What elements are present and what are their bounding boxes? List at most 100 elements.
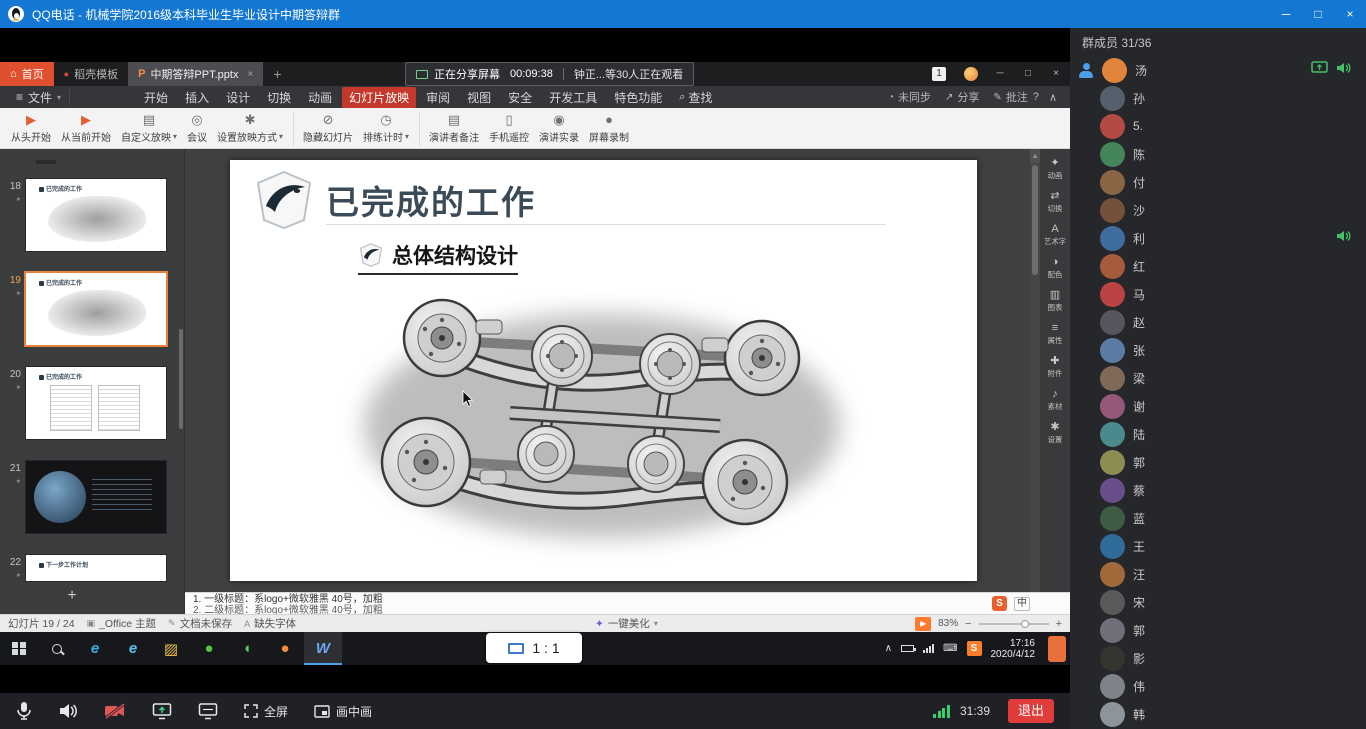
wps-minimize-button[interactable]: ─ xyxy=(986,62,1014,86)
ime-toolbar[interactable]: S 中 xyxy=(992,594,1062,611)
member-row[interactable]: 郭 xyxy=(1070,448,1366,476)
play-slideshow-button[interactable]: ▶ xyxy=(915,617,931,631)
speaker-button[interactable] xyxy=(58,702,78,720)
member-avatar[interactable] xyxy=(1100,562,1125,587)
member-row[interactable]: 5. xyxy=(1070,112,1366,140)
sogou-logo-icon[interactable]: S xyxy=(992,596,1007,611)
menu-item[interactable]: ⌕ 查找 xyxy=(672,87,719,108)
slide-thumbnail[interactable]: 21 ★ xyxy=(4,461,184,533)
ribbon-button[interactable]: ✱ 设置放映方式▾ xyxy=(212,111,294,146)
sogou-tray-icon[interactable]: S xyxy=(967,641,982,656)
wps-account-avatar[interactable] xyxy=(964,67,978,81)
pip-button[interactable]: 画中画 xyxy=(314,703,372,720)
member-avatar[interactable] xyxy=(1100,114,1125,139)
member-row[interactable]: 蔡 xyxy=(1070,476,1366,504)
menu-item[interactable]: 审阅 xyxy=(419,87,457,108)
ribbon-button[interactable]: ◉ 演讲实录▾ xyxy=(534,111,584,146)
zoom-slider-knob[interactable] xyxy=(1021,620,1029,628)
ime-mode-indicator[interactable]: 中 xyxy=(1014,597,1030,611)
tab-close-icon[interactable]: × xyxy=(247,69,253,80)
microphone-button[interactable] xyxy=(16,701,32,721)
wps-document-tab[interactable]: P 中期答辩PPT.pptx × xyxy=(128,62,263,86)
thumbnail-preview[interactable] xyxy=(26,461,166,533)
member-row[interactable]: 梁 xyxy=(1070,364,1366,392)
exit-call-button[interactable]: 退出 xyxy=(1008,699,1054,723)
ribbon-button[interactable]: ◷ 排练计时▾ xyxy=(358,111,420,146)
member-avatar[interactable] xyxy=(1100,702,1125,727)
member-row[interactable]: 影 xyxy=(1070,644,1366,672)
taskbar-clock[interactable]: 17:16 2020/4/12 xyxy=(991,638,1036,660)
wps-close-button[interactable]: × xyxy=(1042,62,1070,86)
member-row[interactable]: 马 xyxy=(1070,280,1366,308)
member-avatar[interactable] xyxy=(1102,58,1127,83)
member-row[interactable]: 赵 xyxy=(1070,308,1366,336)
tray-app-icon[interactable] xyxy=(1048,636,1066,662)
thumbnail-preview[interactable]: 已完成的工作 xyxy=(26,273,166,345)
member-avatar[interactable] xyxy=(1100,310,1125,335)
member-row[interactable]: 谢 xyxy=(1070,392,1366,420)
member-row[interactable]: 张 xyxy=(1070,336,1366,364)
menu-item[interactable]: 切换 xyxy=(260,87,298,108)
member-avatar[interactable] xyxy=(1100,450,1125,475)
whiteboard-button[interactable] xyxy=(198,702,218,720)
member-row[interactable]: 王 xyxy=(1070,532,1366,560)
collab-item[interactable]: ◔ 未同步 xyxy=(888,89,931,105)
network-signal-icon[interactable] xyxy=(923,644,934,653)
member-avatar[interactable] xyxy=(1100,422,1125,447)
thumbnail-preview[interactable]: 已完成的工作 xyxy=(26,367,166,439)
share-screen-button[interactable] xyxy=(152,702,172,720)
zoom-in-button[interactable]: + xyxy=(1056,618,1062,630)
side-tool-button[interactable]: ✚ 附件 xyxy=(1047,355,1063,379)
tray-expand-icon[interactable]: ∧ xyxy=(885,643,892,654)
wps-document-tab[interactable]: ⌂ 首页 xyxy=(0,62,54,86)
menu-item[interactable]: 特色功能 xyxy=(607,87,669,108)
member-avatar[interactable] xyxy=(1100,142,1125,167)
minimize-button[interactable]: ─ xyxy=(1270,0,1302,28)
side-tool-button[interactable]: ✦ 动画 xyxy=(1047,157,1063,181)
side-tool-button[interactable]: ✱ 设置 xyxy=(1047,421,1063,445)
zoom-out-button[interactable]: − xyxy=(965,618,971,630)
member-avatar[interactable] xyxy=(1100,338,1125,363)
member-row[interactable]: 红 xyxy=(1070,252,1366,280)
fullscreen-button[interactable]: 全屏 xyxy=(244,703,288,720)
member-avatar[interactable] xyxy=(1100,198,1125,223)
missing-fonts-label[interactable]: 缺失字体 xyxy=(254,616,296,631)
member-row[interactable]: 付 xyxy=(1070,168,1366,196)
new-tab-button[interactable]: + xyxy=(263,62,291,86)
menu-item[interactable]: 设计 xyxy=(219,87,257,108)
member-row[interactable]: 汤 xyxy=(1070,56,1366,84)
start-button[interactable] xyxy=(0,632,38,665)
keyboard-icon[interactable]: ⌨ xyxy=(943,643,957,654)
wps-maximize-button[interactable]: □ xyxy=(1014,62,1042,86)
unsaved-label[interactable]: 文档未保存 xyxy=(180,616,233,631)
camera-off-button[interactable] xyxy=(104,703,126,719)
menu-item[interactable]: 幻灯片放映 xyxy=(342,87,416,108)
member-avatar[interactable] xyxy=(1100,170,1125,195)
member-row[interactable]: 伟 xyxy=(1070,672,1366,700)
zoom-slider[interactable] xyxy=(979,623,1049,625)
member-avatar[interactable] xyxy=(1100,226,1125,251)
member-avatar[interactable] xyxy=(1100,590,1125,615)
member-row[interactable]: 宋 xyxy=(1070,588,1366,616)
member-avatar[interactable] xyxy=(1100,282,1125,307)
ribbon-button[interactable]: ⊘ 隐藏幻灯片▾ xyxy=(298,111,358,146)
member-avatar[interactable] xyxy=(1100,646,1125,671)
ribbon-button[interactable]: ◎ 会议▾ xyxy=(182,111,212,146)
ribbon-collapse-icon[interactable]: ∧ xyxy=(1044,91,1062,104)
notes-bar[interactable]: 1. 一级标题：系logo+微软雅黑 40号，加粗 2. 二级标题：系logo+… xyxy=(185,592,1070,614)
taskbar-app-icon[interactable]: ◖ xyxy=(228,632,266,665)
beautify-button[interactable]: ✦ 一键美化 ▾ xyxy=(595,616,658,631)
member-avatar[interactable] xyxy=(1100,394,1125,419)
slide-thumbnail[interactable]: 22 ★ 下一步工作计划 xyxy=(4,555,184,581)
close-button[interactable]: × xyxy=(1334,0,1366,28)
member-row[interactable]: 陈 xyxy=(1070,140,1366,168)
member-avatar[interactable] xyxy=(1100,618,1125,643)
taskbar-app-icon[interactable]: ● xyxy=(266,632,304,665)
slide-thumbnail[interactable]: 19 ★ 已完成的工作 xyxy=(4,273,184,345)
member-avatar[interactable] xyxy=(1100,534,1125,559)
taskbar-app-icon[interactable]: W xyxy=(304,632,342,665)
file-menu[interactable]: ≡ 文件 ▾ xyxy=(8,89,70,106)
ribbon-button[interactable]: ▯ 手机遥控▾ xyxy=(484,111,534,146)
thumbnail-preview[interactable]: 已完成的工作 xyxy=(26,179,166,251)
menu-item[interactable]: 开发工具 xyxy=(542,87,604,108)
